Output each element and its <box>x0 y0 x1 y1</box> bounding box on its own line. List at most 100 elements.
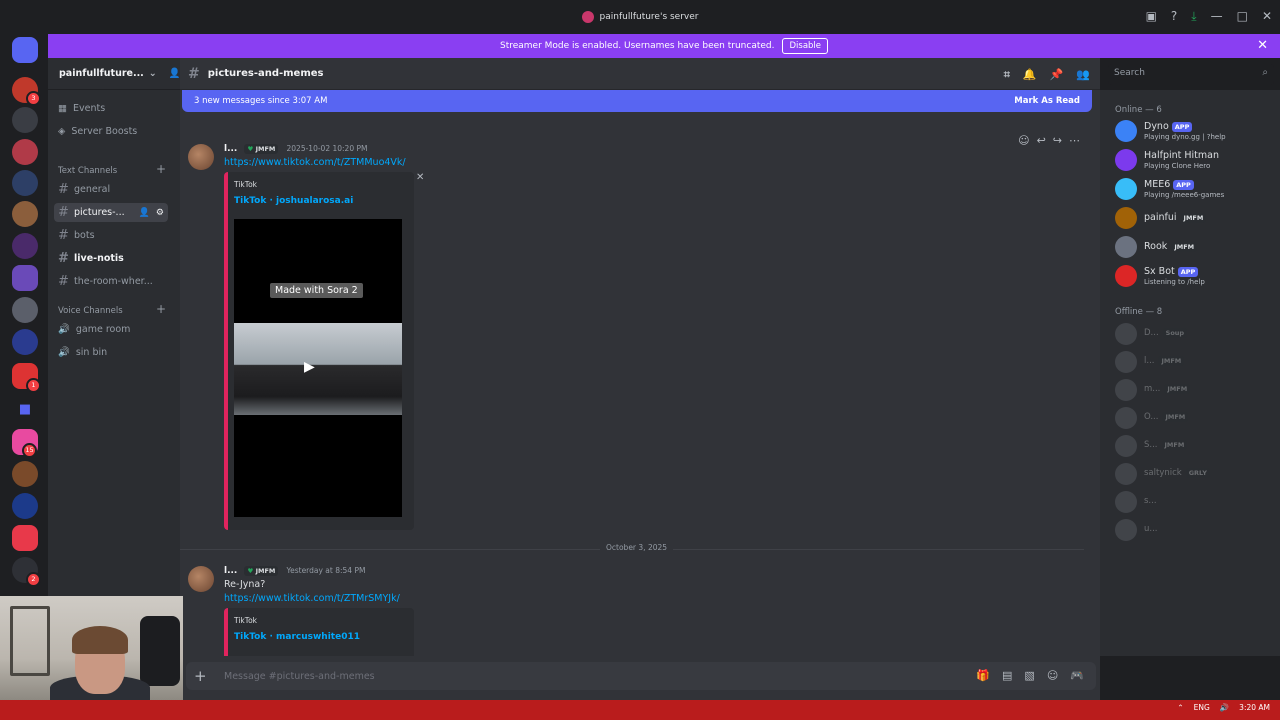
avatar <box>1115 519 1137 541</box>
date-divider: October 3, 2025 <box>180 543 1084 552</box>
close-window-icon[interactable]: ✕ <box>1262 9 1272 24</box>
volume-icon[interactable]: 🔊 <box>1220 703 1229 712</box>
voice-channels-category[interactable]: Voice Channels <box>58 306 123 316</box>
avatar <box>1115 463 1137 485</box>
pin-icon[interactable]: 📌 <box>1050 68 1064 82</box>
gift-icon[interactable]: 🎁 <box>976 669 990 682</box>
activities-icon[interactable]: 🎮 <box>1070 669 1084 682</box>
avatar[interactable] <box>188 566 214 592</box>
server-icon[interactable] <box>12 233 38 259</box>
channel-pictures-and-memes[interactable]: # pictures-... 👤 ⚙ <box>54 203 168 222</box>
member-row[interactable]: O... JMFM <box>1115 407 1275 429</box>
author-name[interactable]: l... <box>224 566 237 576</box>
avatar[interactable] <box>188 144 214 170</box>
channel-title: pictures-and-memes <box>207 68 324 79</box>
member-list-icon[interactable]: 👥 <box>1076 68 1090 82</box>
channel-label: live-notis <box>74 253 124 264</box>
message-toolbar: ☺ ↩ ↪ ⋯ <box>1018 134 1080 147</box>
minimize-icon[interactable]: — <box>1211 9 1223 24</box>
avatar <box>1115 265 1137 287</box>
discord-home-icon[interactable] <box>12 37 38 63</box>
server-icon[interactable] <box>12 170 38 196</box>
reply-icon[interactable]: ↩ <box>1037 134 1046 147</box>
member-row[interactable]: D... Soup <box>1115 323 1275 345</box>
close-banner-icon[interactable]: ✕ <box>1257 38 1268 53</box>
mark-as-read-button[interactable]: Mark As Read <box>1014 96 1080 106</box>
server-icon[interactable] <box>12 525 38 551</box>
member-row[interactable]: m... JMFM <box>1115 379 1275 401</box>
member-tag: JMFM <box>1171 242 1198 252</box>
channel-general[interactable]: # general <box>58 182 110 197</box>
voice-channel-sin-bin[interactable]: 🔊 sin bin <box>58 347 107 358</box>
close-embed-icon[interactable]: ✕ <box>416 172 424 183</box>
server-icon[interactable] <box>12 493 38 519</box>
reaction-icon[interactable]: ☺ <box>1018 134 1029 147</box>
server-icon[interactable] <box>12 329 38 355</box>
events-item[interactable]: ▦ Events <box>58 103 105 114</box>
server-icon[interactable] <box>12 461 38 487</box>
add-attachment-icon[interactable]: + <box>194 667 207 685</box>
more-icon[interactable]: ⋯ <box>1069 134 1080 147</box>
gif-icon[interactable]: ▤ <box>1002 669 1012 682</box>
bell-icon[interactable]: 🔔 <box>1023 68 1037 82</box>
member-row[interactable]: Rook JMFM <box>1115 236 1275 260</box>
server-icon[interactable] <box>12 201 38 227</box>
server-icon[interactable] <box>12 297 38 323</box>
member-row[interactable]: painfui JMFM <box>1115 207 1275 231</box>
member-row[interactable]: MEE6 APP Playing /meee6-games <box>1115 178 1275 202</box>
member-row[interactable]: S... JMFM <box>1115 435 1275 457</box>
member-name: u... <box>1144 524 1158 534</box>
server-name-header[interactable]: painfullfuture... ⌄ 👤 <box>48 58 181 90</box>
member-row[interactable]: Sx Bot APP Listening to /help <box>1115 265 1275 289</box>
emoji-icon[interactable]: ☺ <box>1047 669 1058 682</box>
help-icon[interactable]: ? <box>1171 9 1177 24</box>
message-link[interactable]: https://www.tiktok.com/t/ZTMMuo4Vk/ <box>224 157 406 168</box>
member-row[interactable]: Dyno APP Playing dyno.gg | ?help <box>1115 120 1275 144</box>
tray-chevron-icon[interactable]: ⌃ <box>1177 703 1183 712</box>
server-icon[interactable] <box>12 265 38 291</box>
member-tag: GRLY <box>1185 468 1210 478</box>
member-row[interactable]: saltynick GRLY <box>1115 463 1275 485</box>
forward-icon[interactable]: ↪ <box>1053 134 1062 147</box>
channel-live-notis[interactable]: # live-notis <box>58 251 124 266</box>
author-name[interactable]: l... <box>224 144 237 154</box>
embed-title[interactable]: TikTok · marcuswhite011 <box>234 632 360 642</box>
member-row[interactable]: Halfpint Hitman Playing Clone Hero <box>1115 149 1275 173</box>
search-input[interactable]: Search ⌕ <box>1108 64 1274 85</box>
folder-icon[interactable]: ■ <box>12 397 38 423</box>
maximize-icon[interactable]: □ <box>1237 9 1248 24</box>
new-messages-bar[interactable]: 3 new messages since 3:07 AM Mark As Rea… <box>182 90 1092 112</box>
inbox-icon[interactable]: ▣ <box>1146 9 1157 24</box>
language-indicator[interactable]: ENG <box>1194 703 1210 712</box>
download-icon[interactable]: ⤓ <box>1191 9 1196 24</box>
server-icon[interactable] <box>12 107 38 133</box>
add-channel-icon[interactable]: + <box>156 162 166 176</box>
video-player[interactable]: Made with Sora 2 ▶ <box>234 219 402 517</box>
channel-the-room[interactable]: # the-room-wher... <box>58 274 153 289</box>
member-name: Halfpint Hitman <box>1144 150 1219 161</box>
server-icon[interactable] <box>12 139 38 165</box>
member-tag: APP <box>1173 180 1194 190</box>
invite-icon[interactable]: 👤 <box>169 68 181 79</box>
text-channels-category[interactable]: Text Channels <box>58 166 117 176</box>
gear-icon[interactable]: ⚙ <box>156 208 164 218</box>
message-link[interactable]: https://www.tiktok.com/t/ZTMrSMYJk/ <box>224 593 400 604</box>
message-input[interactable]: + Message #pictures-and-memes 🎁 ▤ ▧ ☺ 🎮 <box>186 662 1096 690</box>
sticker-icon[interactable]: ▧ <box>1024 669 1034 682</box>
embed-title[interactable]: TikTok · joshualarosa.ai <box>234 196 353 206</box>
add-channel-icon[interactable]: + <box>156 302 166 316</box>
invite-icon[interactable]: 👤 <box>139 208 150 218</box>
threads-icon[interactable]: ⌗ <box>1004 68 1010 82</box>
clock[interactable]: 3:20 AM <box>1239 703 1270 712</box>
channel-bots[interactable]: # bots <box>58 228 95 243</box>
mention-badge: 1 <box>26 378 41 393</box>
member-row[interactable]: s... <box>1115 491 1275 513</box>
member-row[interactable]: u... <box>1115 519 1275 541</box>
member-name: Sx Bot APP <box>1144 266 1199 277</box>
disable-streamer-button[interactable]: Disable <box>782 38 829 54</box>
voice-channel-game-room[interactable]: 🔊 game room <box>58 324 130 335</box>
server-boosts-item[interactable]: ◈ Server Boosts <box>58 126 137 137</box>
play-icon[interactable]: ▶ <box>304 359 315 375</box>
channel-label: general <box>74 184 111 195</box>
member-row[interactable]: l... JMFM <box>1115 351 1275 373</box>
